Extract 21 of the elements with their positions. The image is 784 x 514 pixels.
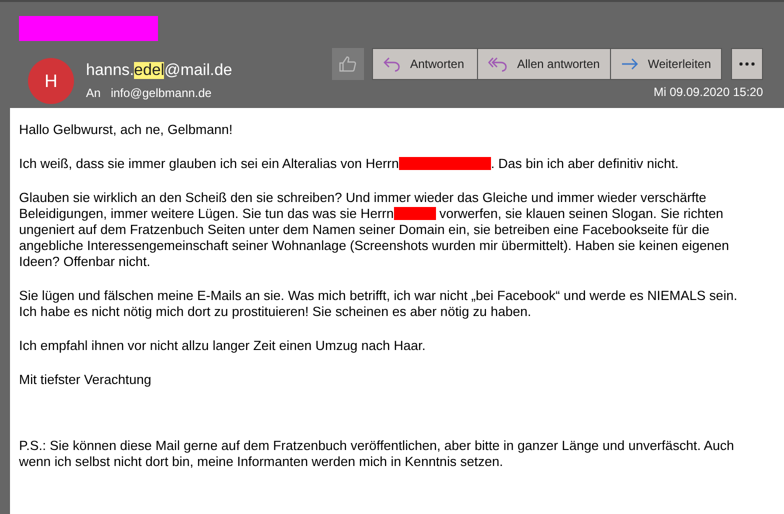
received-date: Mi 09.09.2020 15:20 — [654, 85, 763, 99]
paragraph: Sie lügen und fälschen meine E-Mails an sie. Was mich betrifft, ich war nicht „bei Facebook“ und werde es NIEMALS sein. Ich habe es nicht nötig mich dort zu prostituieren! Sie scheinen es aber nötig zu haben. — [19, 288, 738, 320]
forward-arrow-icon — [620, 58, 639, 70]
to-label: An — [86, 86, 101, 100]
paragraph: Hallo Gelbwurst, ach ne, Gelbmann! — [19, 122, 234, 138]
paragraph: Ich empfahl ihnen vor nicht allzu langer Zeit einen Umzug nach Haar. — [19, 338, 427, 354]
more-button[interactable] — [731, 48, 763, 80]
sender-avatar: H — [28, 58, 74, 104]
paragraph: P.S.: Sie können diese Mail gerne auf dem Fratzenbuch veröffentlichen, aber bitte in ganzer Länge und unverfäscht. Auch wenn ich selbst nicht dort bin, meine Informanten werden mich in Kenntnis setzen. — [19, 438, 736, 470]
sender-address: hanns.edel@mail.de — [86, 62, 232, 80]
reply-icon — [383, 56, 402, 72]
reply-all-button[interactable]: Allen antworten — [477, 48, 611, 80]
recipient-address: info@gelbmann.de — [110, 86, 212, 100]
thumbs-up-icon — [339, 56, 358, 72]
forward-button[interactable]: Weiterleiten — [610, 48, 722, 80]
paragraph: Glauben sie wirklich an den Scheiß den sie schreiben? Und immer wieder das Gleiche und immer wieder verschärfte Beleidigungen, immer weitere Lügen. Sie tun das was sie Herrn vorwerfen, sie klauen seinen Slogan. Sie richten ungeniert auf dem Fratzenbuch Seiten unter dem Namen seiner Domain ein, sie betreiben eine Facebookseite für die angebliche Interessengemeinschaft seiner Wohnanlage (Screenshots wurden mir übermittelt). Haben sie keinen eigenen Ideen? Offenbar nicht. — [19, 190, 730, 270]
more-icon — [739, 62, 755, 66]
paragraph: Mit tiefster Verachtung — [19, 372, 152, 388]
reply-all-icon — [488, 56, 508, 72]
paragraph: Ich weiß, dass sie immer glauben ich sei ein Alteralias von Herrn . Das bin ich aber definitiv nicht. — [19, 156, 680, 172]
reply-button[interactable]: Antworten — [372, 48, 478, 80]
